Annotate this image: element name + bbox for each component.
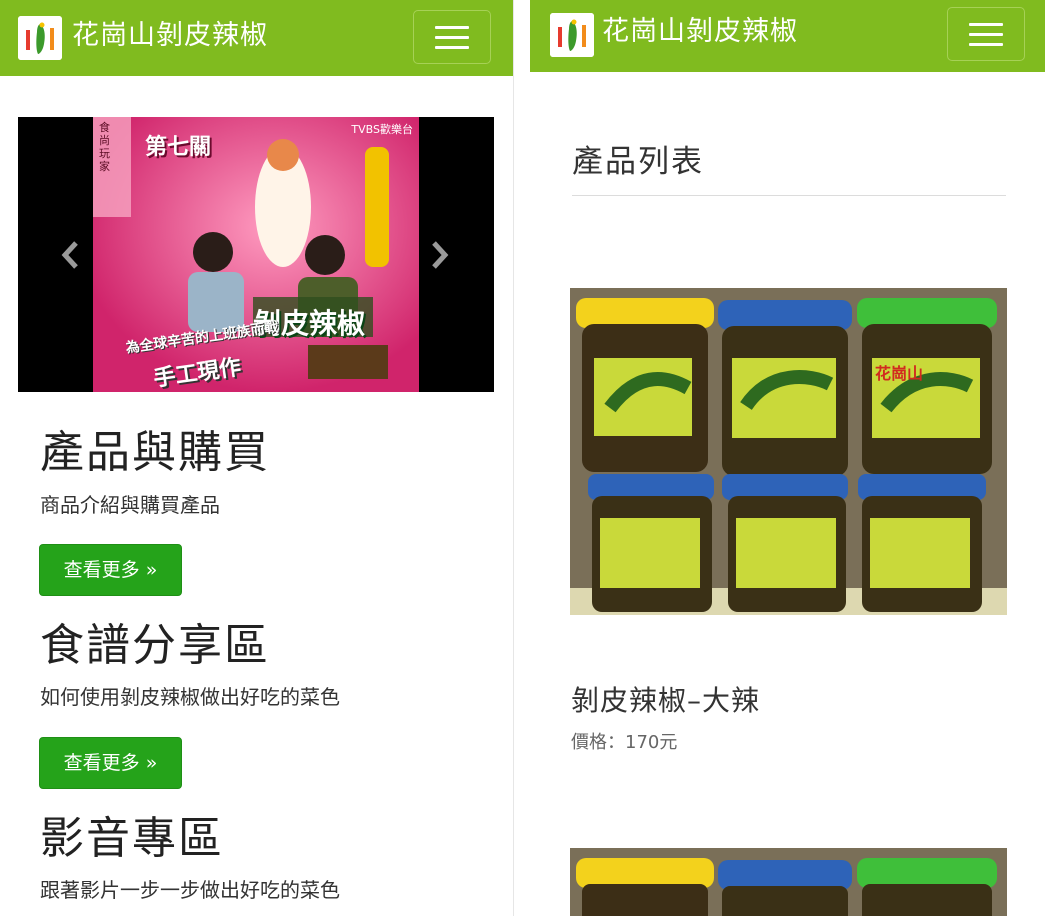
banner-text-channel: TVBS歡樂台 bbox=[351, 123, 413, 136]
carousel[interactable]: 第七關 剝皮辣椒 為全球辛苦的上班族而戰 手工現作 食尚玩家 TVBS歡樂台 bbox=[18, 117, 494, 392]
carousel-prev-button[interactable] bbox=[56, 235, 86, 275]
jar-label-text: 花崗山 bbox=[875, 364, 924, 383]
section-desc-recipes: 如何使用剝皮辣椒做出好吃的菜色 bbox=[40, 685, 340, 709]
left-screen: 花崗山剝皮辣椒 第七關 剝皮辣椒 為全球辛苦的上班族而戰 手工現作 食尚玩家 T… bbox=[0, 0, 513, 916]
menu-toggle-button[interactable] bbox=[413, 10, 491, 64]
navbar: 花崗山剝皮辣椒 bbox=[0, 0, 513, 76]
carousel-slide[interactable]: 第七關 剝皮辣椒 為全球辛苦的上班族而戰 手工現作 食尚玩家 TVBS歡樂台 bbox=[93, 117, 419, 392]
brand-title[interactable]: 花崗山剝皮辣椒 bbox=[72, 18, 268, 54]
logo[interactable] bbox=[18, 16, 62, 60]
hamburger-icon bbox=[435, 26, 469, 29]
section-desc-products: 商品介紹與購買產品 bbox=[40, 493, 220, 517]
page-title: 產品列表 bbox=[572, 144, 704, 180]
hamburger-icon bbox=[969, 23, 1003, 26]
chevron-right-icon bbox=[432, 241, 449, 269]
section-desc-videos: 跟著影片一步一步做出好吃的菜色 bbox=[40, 878, 340, 902]
banner-text-show: 食尚玩家 bbox=[99, 121, 110, 173]
recipes-more-button[interactable]: 查看更多 » bbox=[39, 737, 182, 789]
jar-photo bbox=[570, 288, 1007, 615]
product-image-next[interactable] bbox=[570, 848, 1007, 916]
product-image[interactable]: 花崗山 bbox=[570, 288, 1007, 615]
chevron-left-icon bbox=[61, 241, 78, 269]
banner-text-stage: 第七關 bbox=[145, 135, 212, 160]
heading-divider bbox=[572, 195, 1006, 196]
screen-divider bbox=[513, 0, 530, 916]
products-more-button[interactable]: 查看更多 » bbox=[39, 544, 182, 596]
product-name[interactable]: 剝皮辣椒–大辣 bbox=[571, 683, 760, 719]
section-title-videos: 影音專區 bbox=[40, 813, 224, 864]
logo[interactable] bbox=[550, 13, 594, 57]
jar-photo bbox=[570, 848, 1007, 916]
menu-toggle-button[interactable] bbox=[947, 7, 1025, 61]
product-price: 價格：170元 bbox=[571, 732, 678, 753]
navbar: 花崗山剝皮辣椒 bbox=[530, 0, 1045, 72]
carousel-next-button[interactable] bbox=[424, 235, 454, 275]
section-title-products: 產品與購買 bbox=[40, 427, 270, 478]
brand-title[interactable]: 花崗山剝皮辣椒 bbox=[602, 14, 798, 50]
section-title-recipes: 食譜分享區 bbox=[40, 620, 270, 671]
